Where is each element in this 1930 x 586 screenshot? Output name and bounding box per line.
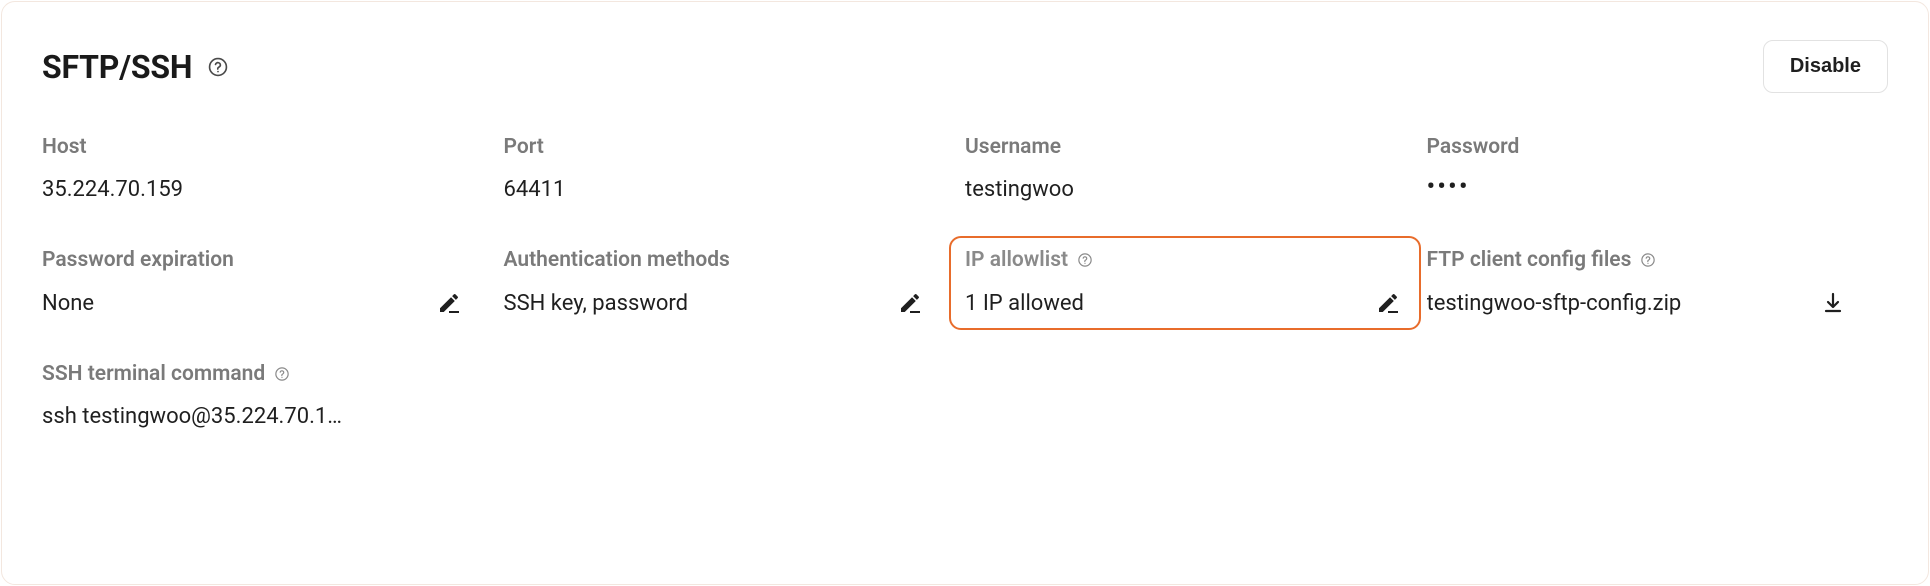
field-auth-methods: Authentication methods SSH key, password bbox=[504, 248, 966, 316]
field-label: Password bbox=[1427, 135, 1520, 159]
edit-icon[interactable] bbox=[436, 290, 462, 316]
disable-button[interactable]: Disable bbox=[1763, 40, 1888, 93]
field-label: FTP client config files bbox=[1427, 248, 1632, 272]
field-value: ssh testingwoo@35.224.70.1… bbox=[42, 404, 342, 429]
field-ip-allowlist: IP allowlist 1 IP allowed bbox=[949, 236, 1421, 330]
field-value: testingwoo bbox=[965, 177, 1074, 202]
help-icon[interactable] bbox=[1076, 251, 1094, 269]
field-label: Port bbox=[504, 135, 544, 159]
field-value: •••• bbox=[1427, 177, 1470, 197]
help-icon[interactable] bbox=[1639, 251, 1657, 269]
field-label: Username bbox=[965, 135, 1061, 159]
help-icon[interactable] bbox=[273, 365, 291, 383]
field-value: 35.224.70.159 bbox=[42, 177, 183, 202]
sftp-ssh-card: SFTP/SSH Disable Host 35.224.70.159 Port… bbox=[1, 1, 1929, 585]
header-row: SFTP/SSH Disable bbox=[42, 40, 1888, 93]
field-password: Password •••• bbox=[1427, 135, 1889, 202]
field-value: testingwoo-sftp-config.zip bbox=[1427, 291, 1682, 316]
field-password-expiration: Password expiration None bbox=[42, 248, 504, 316]
field-label: IP allowlist bbox=[965, 248, 1068, 272]
field-username: Username testingwoo bbox=[965, 135, 1427, 202]
field-port: Port 64411 bbox=[504, 135, 966, 202]
title-wrap: SFTP/SSH bbox=[42, 48, 230, 86]
field-value: SSH key, password bbox=[504, 291, 689, 316]
field-value: 64411 bbox=[504, 177, 566, 202]
field-label: SSH terminal command bbox=[42, 362, 265, 386]
help-icon[interactable] bbox=[206, 55, 230, 79]
field-label: Authentication methods bbox=[504, 248, 730, 272]
field-host: Host 35.224.70.159 bbox=[42, 135, 504, 202]
field-value: None bbox=[42, 291, 94, 316]
field-label: Password expiration bbox=[42, 248, 234, 272]
download-icon[interactable] bbox=[1820, 290, 1846, 316]
field-value: 1 IP allowed bbox=[965, 291, 1084, 316]
field-ftp-config: FTP client config files testingwoo-sftp-… bbox=[1427, 248, 1889, 316]
field-ssh-command: SSH terminal command ssh testingwoo@35.2… bbox=[42, 362, 402, 429]
details-grid: Host 35.224.70.159 Port 64411 Username t… bbox=[42, 135, 1888, 429]
edit-icon[interactable] bbox=[1375, 290, 1401, 316]
section-title: SFTP/SSH bbox=[42, 48, 192, 86]
edit-icon[interactable] bbox=[897, 290, 923, 316]
field-label: Host bbox=[42, 135, 87, 159]
